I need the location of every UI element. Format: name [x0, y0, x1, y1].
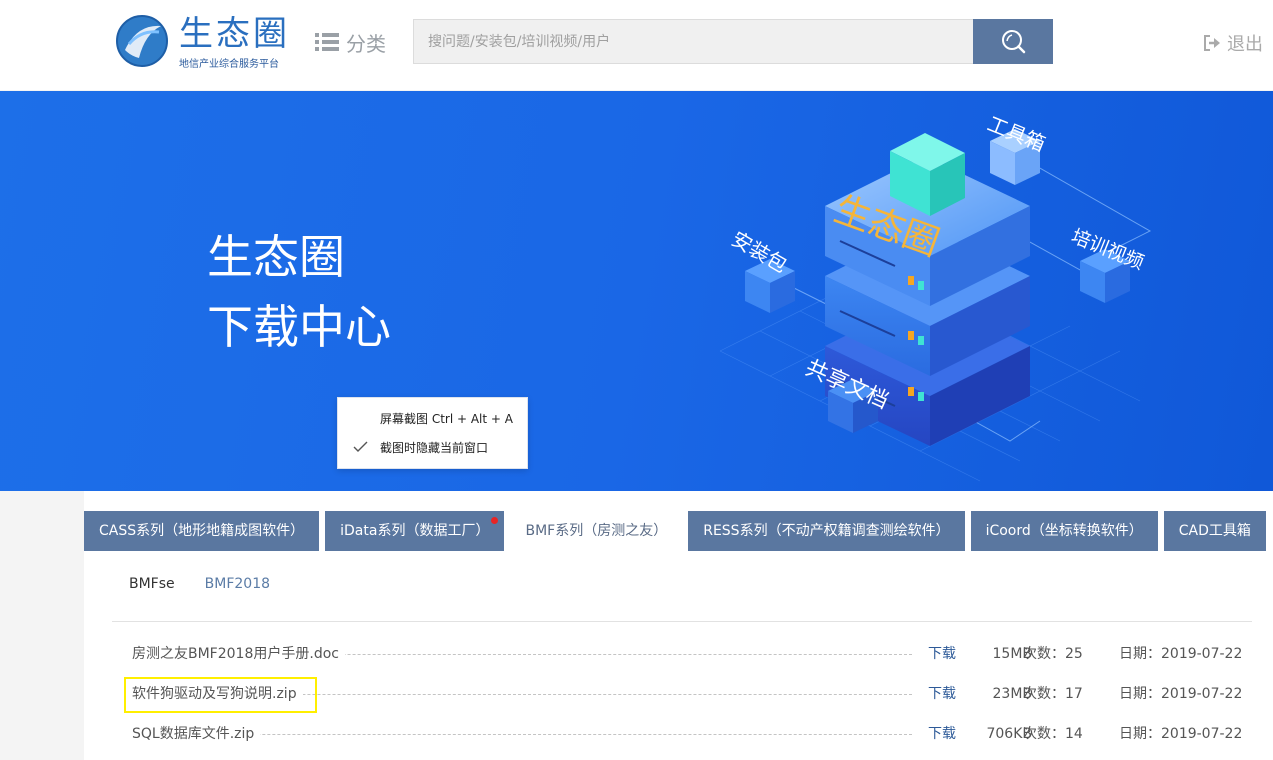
tab-cad-toolbox[interactable]: CAD工具箱: [1163, 511, 1266, 551]
site-logo[interactable]: 生态圈 地信产业综合服务平台: [115, 12, 287, 70]
list-menu-icon: [315, 33, 339, 51]
search-button[interactable]: [973, 19, 1053, 64]
menu-item-screen-capture[interactable]: 屏幕截图 Ctrl + Alt + A: [338, 405, 527, 433]
file-row: SQL数据库文件.zip 下载 706KB 次数：14 日期：2019-07-2…: [132, 722, 1242, 746]
upload-date: 日期：2019-07-22: [1119, 646, 1243, 662]
logout-label: 退出: [1227, 34, 1263, 55]
screenshot-context-menu: 屏幕截图 Ctrl + Alt + A 截图时隐藏当前窗口: [337, 397, 528, 469]
search-icon: [1002, 29, 1026, 53]
download-count: 次数：25: [1023, 646, 1083, 662]
file-size: 23MB: [992, 686, 1033, 702]
tab-label: iCoord（坐标转换软件）: [985, 523, 1143, 539]
tab-icoord[interactable]: iCoord（坐标转换软件）: [970, 511, 1158, 551]
category-label: 分类: [346, 31, 386, 56]
tab-label: CAD工具箱: [1178, 523, 1251, 539]
menu-item-label: 屏幕截图 Ctrl + Alt + A: [380, 412, 513, 426]
software-tabs: CASS系列（地形地籍成图软件） iData系列（数据工厂） BMF系列（房测之…: [84, 511, 1272, 551]
file-name-link[interactable]: SQL数据库文件.zip: [132, 722, 261, 746]
file-name-link[interactable]: 房测之友BMF2018用户手册.doc: [132, 642, 345, 666]
logout-icon: [1204, 35, 1220, 51]
upload-date: 日期：2019-07-22: [1119, 726, 1243, 742]
tab-label: iData系列（数据工厂）: [340, 523, 490, 539]
logo-title: 生态圈: [179, 14, 290, 54]
download-link[interactable]: 下载: [928, 642, 956, 666]
subtab-bmfse[interactable]: BMFse: [129, 576, 175, 592]
download-count: 次数：17: [1023, 686, 1083, 702]
logo-globe-icon: [116, 15, 168, 67]
tab-idata[interactable]: iData系列（数据工厂）: [325, 511, 505, 551]
version-subtabs: BMFse BMF2018: [129, 576, 300, 592]
download-link[interactable]: 下载: [928, 682, 956, 706]
tab-cass[interactable]: CASS系列（地形地籍成图软件）: [84, 511, 320, 551]
download-content-panel: CASS系列（地形地籍成图软件） iData系列（数据工厂） BMF系列（房测之…: [84, 491, 1273, 760]
menu-item-label: 截图时隐藏当前窗口: [380, 441, 489, 455]
upload-date: 日期：2019-07-22: [1119, 686, 1243, 702]
tab-label: BMF系列（房测之友）: [525, 523, 668, 539]
top-header: 生态圈 地信产业综合服务平台 分类 退出: [0, 0, 1273, 90]
banner-title-line2: 下载中心: [207, 300, 391, 354]
tab-label: CASS系列（地形地籍成图软件）: [99, 523, 305, 539]
tab-bmf[interactable]: BMF系列（房测之友）: [510, 511, 683, 551]
download-link[interactable]: 下载: [928, 722, 956, 746]
search-input[interactable]: [413, 19, 973, 64]
menu-item-hide-window[interactable]: 截图时隐藏当前窗口: [338, 434, 527, 462]
section-divider: [112, 621, 1252, 622]
tab-ress[interactable]: RESS系列（不动产权籍调查测绘软件）: [688, 511, 965, 551]
download-count: 次数：14: [1023, 726, 1083, 742]
tab-label: RESS系列（不动产权籍调查测绘软件）: [703, 523, 950, 539]
file-row: 房测之友BMF2018用户手册.doc 下载 15MB 次数：25 日期：201…: [132, 642, 1242, 666]
checkmark-icon: [353, 441, 368, 452]
file-size: 706KB: [986, 726, 1032, 742]
subtab-bmf2018[interactable]: BMF2018: [205, 576, 270, 592]
category-menu[interactable]: 分类: [315, 28, 386, 56]
logo-subtitle: 地信产业综合服务平台: [179, 59, 279, 70]
highlight-box: [124, 677, 317, 713]
file-size: 15MB: [992, 646, 1033, 662]
banner-title-line1: 生态圈: [207, 230, 345, 284]
server-stack-illustration: 生态圈 工具箱 安装包 培训视频 共享文档: [719, 111, 1152, 482]
logout-button[interactable]: 退出: [1203, 30, 1263, 56]
notification-dot: [491, 517, 499, 524]
download-center-banner: 生态圈 下载中心 生态圈 工具箱 安装包 培训视频 共享文档: [0, 91, 1273, 491]
